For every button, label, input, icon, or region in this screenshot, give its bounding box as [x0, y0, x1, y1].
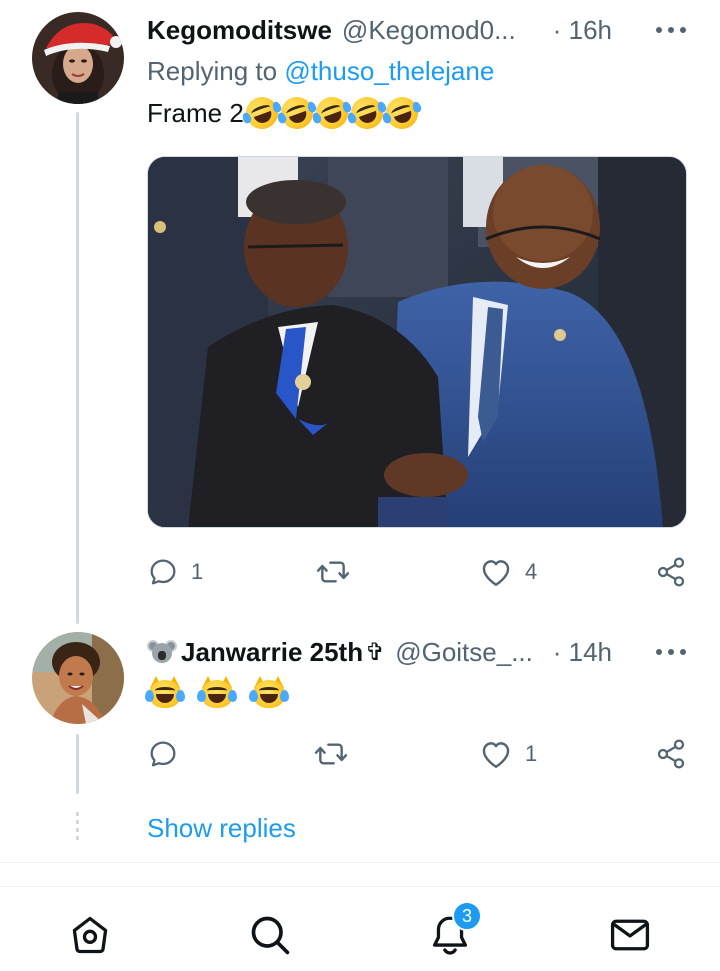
show-replies-link[interactable]: Show replies [147, 813, 296, 844]
heart-icon [482, 560, 510, 586]
nav-search[interactable] [248, 913, 292, 957]
tweet-media-image[interactable] [147, 156, 687, 528]
retweet-button[interactable] [313, 734, 361, 774]
messages-envelope-icon [610, 919, 650, 951]
tweet-actions: 1 4 [147, 552, 690, 592]
heart-icon [482, 742, 510, 768]
rofl-emoji-icon [240, 92, 283, 134]
retweet-button[interactable] [315, 552, 363, 592]
user-handle[interactable]: @Kegomod0... [342, 15, 539, 46]
share-button[interactable] [655, 734, 687, 774]
rofl-emoji-icon [310, 92, 353, 134]
cat-tears-of-joy-icon [145, 676, 185, 710]
like-button[interactable]: 1 [479, 734, 537, 774]
nav-notifications[interactable]: 3 [428, 901, 482, 957]
cat-tears-of-joy-icon [249, 676, 289, 710]
reply-button[interactable] [147, 734, 191, 774]
like-button[interactable]: 4 [479, 552, 537, 592]
avatar[interactable] [32, 632, 124, 724]
share-icon [657, 739, 685, 769]
share-button[interactable] [655, 552, 687, 592]
thread-dots [76, 812, 79, 844]
nav-home[interactable] [68, 913, 112, 957]
search-icon [251, 916, 290, 955]
rofl-emoji-icon [380, 92, 423, 134]
retweet-icon [314, 743, 348, 765]
retweet-icon [316, 561, 350, 583]
home-icon [72, 916, 108, 954]
share-icon [657, 557, 685, 587]
divider [0, 862, 720, 863]
tweet-header: Janwarrie 25th ✞ @Goitse_... · 14h [147, 634, 690, 670]
display-name[interactable]: Janwarrie 25th [181, 637, 363, 668]
tweet-text [145, 676, 297, 710]
cat-tears-of-joy-icon [197, 676, 237, 710]
avatar[interactable] [32, 12, 124, 104]
cross-glyph: ✞ [365, 638, 386, 666]
timestamp[interactable]: · 14h [553, 637, 612, 668]
thread-line [76, 734, 79, 794]
reply-button[interactable]: 1 [147, 552, 203, 592]
like-count: 1 [525, 741, 538, 766]
like-count: 4 [525, 559, 538, 584]
tweet-body: Frame 2 [147, 97, 244, 128]
user-handle[interactable]: @Goitse_... [395, 637, 539, 668]
rofl-emoji-icon [275, 92, 318, 134]
tweet-header: Kegomoditswe @Kegomod0... · 16h [147, 12, 690, 48]
reply-icon [150, 741, 176, 767]
nav-messages[interactable] [608, 913, 652, 957]
reply-icon [150, 559, 176, 585]
rofl-emoji-icon [345, 92, 388, 134]
reply-count: 1 [191, 559, 204, 584]
avatar-image [32, 12, 124, 104]
tweet-actions: 1 [147, 734, 690, 774]
mention-link[interactable]: @thuso_thelejane [284, 56, 494, 86]
thread-line [76, 112, 79, 624]
display-name[interactable]: Kegomoditswe [147, 15, 332, 46]
avatar-image [32, 632, 124, 724]
koala-emoji-icon [147, 639, 177, 665]
notification-badge: 3 [452, 901, 482, 931]
more-options-icon[interactable] [656, 27, 686, 35]
more-options-icon[interactable] [656, 649, 686, 657]
replying-to: Replying to @thuso_thelejane [147, 56, 494, 87]
bottom-navigation: 3 [0, 886, 720, 971]
photo-two-men-in-suits [148, 157, 686, 527]
tweet-text: Frame 2 [147, 92, 423, 134]
timestamp[interactable]: · 16h [553, 15, 612, 46]
replying-prefix: Replying to [147, 56, 278, 86]
